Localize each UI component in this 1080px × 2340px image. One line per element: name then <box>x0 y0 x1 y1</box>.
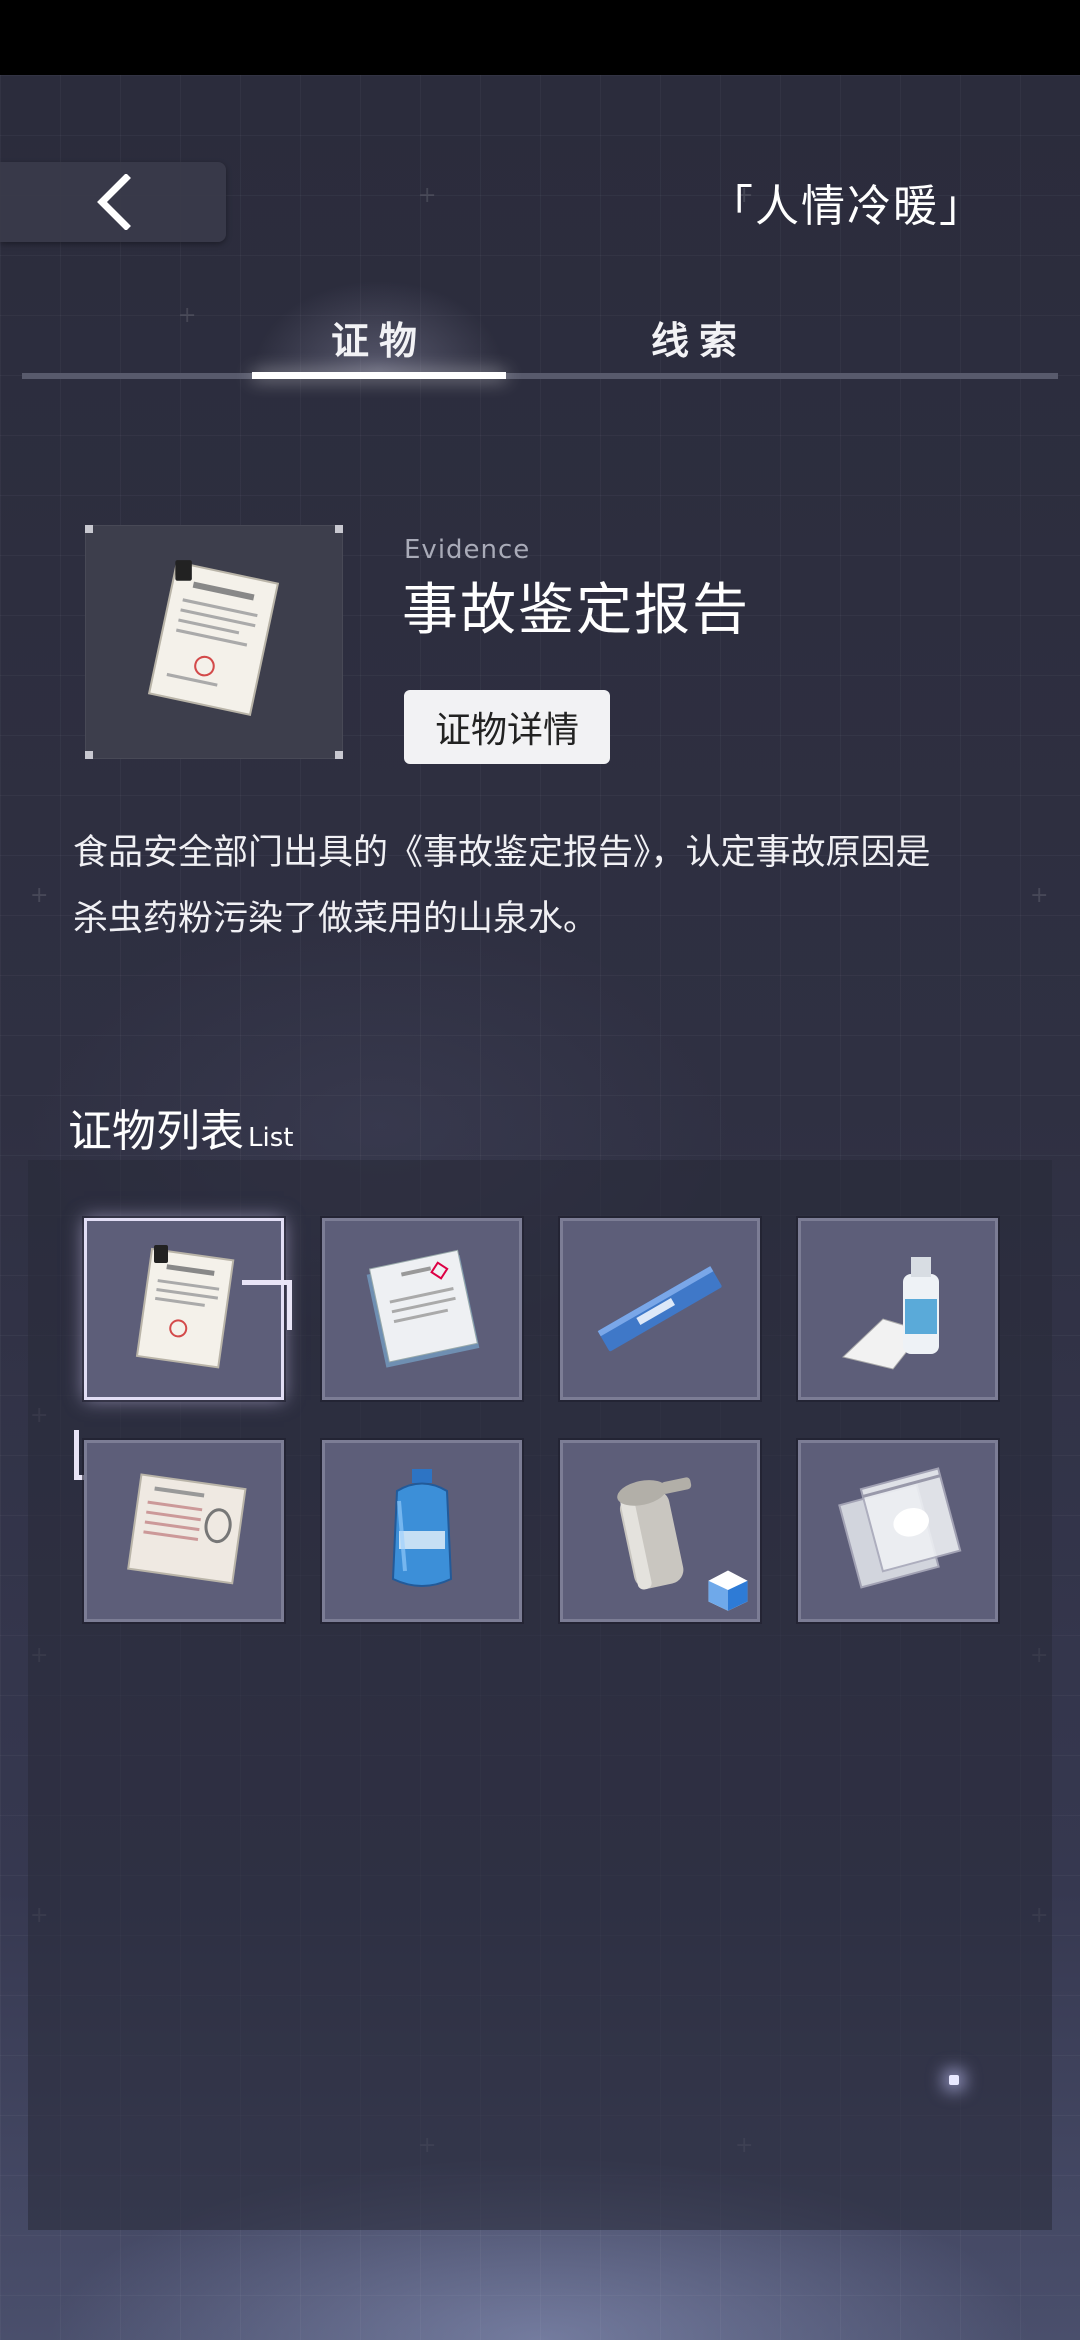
fingerprint-record-icon <box>127 1473 247 1585</box>
evidence-slot[interactable] <box>82 1438 286 1624</box>
evidence-detail-button[interactable]: 证物详情 <box>404 690 610 764</box>
sparkle-dot <box>949 2075 959 2085</box>
status-bar <box>0 0 1080 75</box>
tab-underline-track <box>22 373 1058 379</box>
tab-active-indicator <box>252 372 506 379</box>
bottle-and-receipt-icon <box>841 1257 939 1370</box>
grid-plus-mark: + <box>30 883 49 908</box>
chapter-title: 「人情冷暖」 <box>709 181 985 232</box>
evidence-list-title: 证物列表 List <box>68 1095 293 1159</box>
description-line: 食品安全部门出具的《事故鉴定报告》，认定事故原因是 <box>73 833 931 873</box>
tab-clues[interactable]: 线索 <box>572 310 826 372</box>
evidence-slot[interactable] <box>796 1216 1000 1402</box>
chevron-left-icon <box>97 174 131 230</box>
list-subtitle: List <box>248 1123 294 1153</box>
3d-cube-icon <box>708 1570 748 1611</box>
evidence-category-label: Evidence <box>404 535 531 565</box>
evidence-description: 食品安全部门出具的《事故鉴定报告》，认定事故原因是 杀虫药粉污染了做菜用的山泉水… <box>73 820 1033 952</box>
tab-evidence[interactable]: 证物 <box>252 310 506 372</box>
grid-plus-mark: + <box>418 183 437 208</box>
frame-corner <box>335 751 343 759</box>
frame-corner <box>335 525 343 533</box>
evidence-name: 事故鉴定报告 <box>402 578 750 643</box>
report-document-icon <box>147 560 280 717</box>
powder-stick-packet-icon <box>597 1266 722 1352</box>
tab-bar: 证物 线索 <box>22 280 1058 410</box>
description-line: 杀虫药粉污染了做菜用的山泉水。 <box>73 899 599 939</box>
evidence-screen: + + + + + + + + + + + + + 「人情冷暖」 证物 线索 <box>0 75 1080 2340</box>
back-button[interactable] <box>0 162 226 242</box>
evidence-slot[interactable] <box>320 1438 524 1624</box>
frame-corner <box>85 751 93 759</box>
evidence-slot[interactable] <box>558 1438 762 1624</box>
water-jug-icon <box>391 1469 453 1587</box>
powder-bag-icon <box>838 1467 962 1589</box>
selection-corner <box>242 1280 292 1330</box>
booklet-icon <box>366 1249 480 1368</box>
selected-evidence-thumbnail <box>85 525 343 759</box>
evidence-slot[interactable] <box>796 1438 1000 1624</box>
list-title-text: 证物列表 <box>68 1106 244 1157</box>
evidence-slot[interactable] <box>558 1216 762 1402</box>
accident-report-icon <box>135 1245 235 1369</box>
frame-corner <box>85 525 93 533</box>
evidence-slot[interactable] <box>320 1216 524 1402</box>
